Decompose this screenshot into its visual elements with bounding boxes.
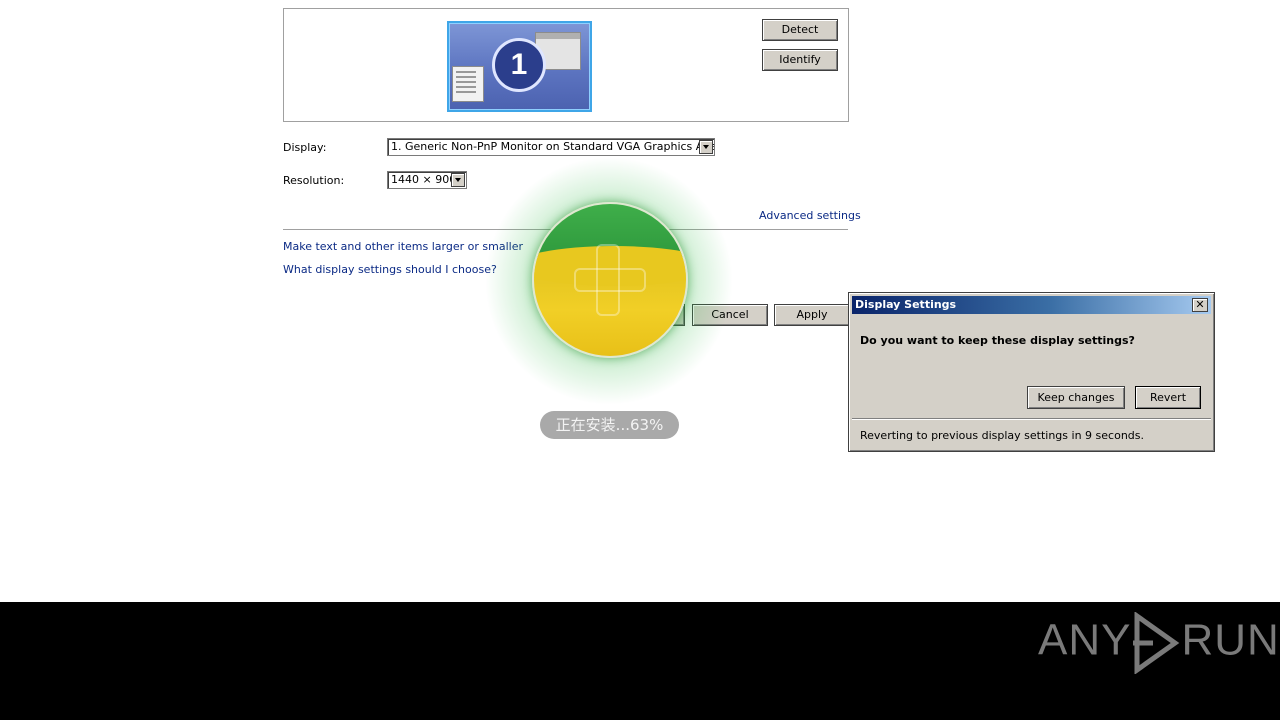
dialog-title: Display Settings xyxy=(855,298,957,311)
display-select[interactable]: 1. Generic Non-PnP Monitor on Standard V… xyxy=(387,138,715,156)
help-choose-link[interactable]: What display settings should I choose? xyxy=(283,263,497,276)
keep-changes-button[interactable]: Keep changes xyxy=(1027,386,1125,409)
installer-orb-icon xyxy=(532,202,688,358)
plus-icon-bar xyxy=(574,268,646,292)
revert-button[interactable]: Revert xyxy=(1135,386,1201,409)
anyrun-logo: ANY RUN xyxy=(1038,611,1280,675)
apply-button[interactable]: Apply xyxy=(774,304,850,326)
logo-text-left: ANY xyxy=(1038,615,1132,665)
close-icon[interactable]: ✕ xyxy=(1192,298,1208,312)
identify-button[interactable]: Identify xyxy=(762,49,838,71)
mini-document-icon xyxy=(452,66,484,102)
resolution-select-value: 1440 × 900 xyxy=(391,173,457,186)
display-select-value: 1. Generic Non-PnP Monitor on Standard V… xyxy=(391,140,715,153)
display-label: Display: xyxy=(283,141,327,154)
chevron-down-icon[interactable] xyxy=(451,173,465,187)
resolution-label: Resolution: xyxy=(283,174,345,187)
dialog-titlebar[interactable]: Display Settings ✕ xyxy=(852,296,1211,314)
install-progress-label: 正在安装...63% xyxy=(540,411,679,439)
revert-countdown-text: Reverting to previous display settings i… xyxy=(860,429,1144,442)
play-icon xyxy=(1133,611,1180,675)
advanced-settings-link[interactable]: Advanced settings xyxy=(759,209,861,222)
monitor-number-badge: 1 xyxy=(492,38,546,92)
chevron-down-icon[interactable] xyxy=(699,140,713,154)
display-settings-dialog: Display Settings ✕ Do you want to keep t… xyxy=(848,292,1215,452)
dialog-question: Do you want to keep these display settin… xyxy=(860,334,1135,347)
dialog-divider xyxy=(852,418,1211,420)
resolution-select[interactable]: 1440 × 900 xyxy=(387,171,467,189)
detect-button[interactable]: Detect xyxy=(762,19,838,41)
logo-text-right: RUN xyxy=(1181,615,1280,665)
